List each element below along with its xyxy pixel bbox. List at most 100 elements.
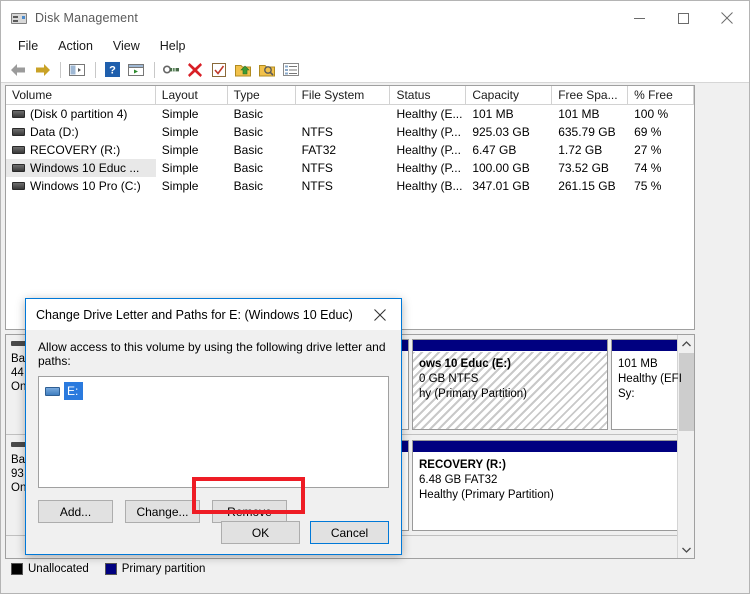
cell-status: Healthy (P...	[396, 125, 461, 139]
maximize-button[interactable]	[661, 1, 705, 35]
properties-icon[interactable]	[160, 59, 182, 81]
cell-percent-free: 75 %	[634, 179, 662, 193]
volume-list-header: Volume Layout Type File System Status Ca…	[6, 86, 694, 105]
table-row[interactable]: Windows 10 Pro (C:) Simple Basic NTFS He…	[6, 177, 694, 195]
table-row[interactable]: Windows 10 Educ ... Simple Basic NTFS He…	[6, 159, 694, 177]
column-header-volume[interactable]: Volume	[6, 86, 156, 104]
table-row[interactable]: Data (D:) Simple Basic NTFS Healthy (P..…	[6, 123, 694, 141]
cancel-button[interactable]: Cancel	[310, 521, 389, 544]
cell-type: Basic	[233, 107, 264, 121]
cell-percent-free: 100 %	[634, 107, 669, 121]
dialog-title-bar: Change Drive Letter and Paths for E: (Wi…	[26, 299, 401, 330]
table-row[interactable]: RECOVERY (R:) Simple Basic FAT32 Healthy…	[6, 141, 694, 159]
volume-list-panel: Volume Layout Type File System Status Ca…	[5, 85, 695, 330]
help-icon[interactable]: ?	[101, 59, 123, 81]
cell-capacity: 347.01 GB	[472, 179, 530, 193]
column-header-capacity[interactable]: Capacity	[466, 86, 553, 104]
menu-item-view[interactable]: View	[103, 37, 150, 55]
menu-item-help[interactable]: Help	[150, 37, 196, 55]
scroll-up-icon[interactable]	[678, 335, 694, 352]
scroll-down-icon[interactable]	[678, 541, 694, 558]
drive-icon	[45, 386, 60, 396]
menu-item-file[interactable]: File	[8, 37, 48, 55]
cell-free-space: 101 MB	[558, 107, 600, 121]
cell-capacity: 925.03 GB	[472, 125, 530, 139]
cell-type: Basic	[233, 179, 264, 193]
cell-layout: Simple	[161, 179, 199, 193]
partition-name: ows 10 Educ (E:)	[419, 358, 512, 370]
column-header-percent-free[interactable]: % Free	[628, 86, 694, 104]
change-drive-letter-dialog: Change Drive Letter and Paths for E: (Wi…	[25, 298, 402, 555]
cell-file-system: NTFS	[301, 179, 333, 193]
partition-bar	[413, 340, 607, 352]
rescan-disks-icon[interactable]	[256, 59, 278, 81]
toolbar-separator	[95, 61, 96, 78]
cell-type: Basic	[233, 125, 264, 139]
partition-status: Healthy (Primary Partition)	[419, 489, 554, 501]
column-header-status[interactable]: Status	[390, 86, 467, 104]
ok-button[interactable]: OK	[221, 521, 300, 544]
cell-status: Healthy (P...	[396, 161, 461, 175]
cell-percent-free: 27 %	[634, 143, 662, 157]
legend-swatch-unallocated	[11, 562, 23, 575]
legend: Unallocated Primary partition	[5, 560, 695, 577]
partition-name: RECOVERY (R:)	[419, 459, 506, 471]
drive-paths-list[interactable]: E:	[38, 376, 389, 488]
back-arrow-icon[interactable]	[7, 59, 29, 81]
toolbar: ?	[1, 57, 749, 83]
cell-status: Healthy (E...	[396, 107, 463, 121]
cell-volume: Windows 10 Pro (C:)	[30, 179, 141, 193]
refresh-icon[interactable]	[208, 59, 230, 81]
dialog-prompt: Allow access to this volume by using the…	[38, 340, 386, 368]
partition-status: hy (Primary Partition)	[419, 388, 527, 400]
cell-layout: Simple	[161, 143, 199, 157]
detail-view-icon[interactable]	[280, 59, 302, 81]
cell-free-space: 1.72 GB	[558, 143, 603, 157]
cell-volume: (Disk 0 partition 4)	[30, 107, 128, 121]
legend-swatch-primary-partition	[104, 562, 117, 575]
partition-block-e[interactable]: ows 10 Educ (E:) 0 GB NTFS hy (Primary P…	[412, 339, 608, 430]
column-header-layout[interactable]: Layout	[155, 86, 228, 104]
svg-text:?: ?	[109, 65, 116, 77]
table-row[interactable]: (Disk 0 partition 4) Simple Basic Health…	[6, 105, 694, 123]
cell-volume: Windows 10 Educ ...	[30, 161, 140, 175]
change-button[interactable]: Change...	[125, 500, 200, 523]
drive-letter-label: E:	[64, 382, 84, 400]
cell-percent-free: 69 %	[634, 125, 662, 139]
delete-icon[interactable]	[184, 59, 206, 81]
column-header-free-space[interactable]: Free Spa...	[552, 86, 629, 104]
cell-capacity: 101 MB	[472, 107, 514, 121]
cell-layout: Simple	[161, 107, 199, 121]
forward-arrow-icon[interactable]	[31, 59, 53, 81]
up-one-level-icon[interactable]	[66, 59, 88, 81]
toolbar-separator	[60, 61, 61, 78]
toolbar-separator	[154, 61, 155, 78]
column-header-type[interactable]: Type	[227, 86, 296, 104]
legend-label-unallocated: Unallocated	[28, 562, 89, 575]
close-button[interactable]	[705, 1, 749, 35]
remove-button[interactable]: Remove	[212, 500, 287, 523]
partition-size: 0 GB NTFS	[419, 373, 479, 385]
minimize-button[interactable]	[617, 1, 661, 35]
cell-volume: Data (D:)	[30, 125, 79, 139]
partition-size: 101 MB	[618, 358, 658, 370]
column-header-file-system[interactable]: File System	[295, 86, 391, 104]
legend-label-primary-partition: Primary partition	[121, 562, 206, 575]
cell-layout: Simple	[161, 161, 199, 175]
show-console-tree-icon[interactable]	[125, 59, 147, 81]
dialog-close-button[interactable]	[359, 300, 401, 330]
cell-status: Healthy (B...	[396, 179, 463, 193]
menu-item-action[interactable]: Action	[48, 37, 103, 55]
partition-size: 6.48 GB FAT32	[419, 474, 498, 486]
menu-bar: File Action View Help	[1, 35, 749, 57]
volume-icon	[12, 110, 25, 118]
partition-block-recovery[interactable]: RECOVERY (R:) 6.48 GB FAT32 Healthy (Pri…	[412, 440, 694, 531]
dialog-title: Change Drive Letter and Paths for E: (Wi…	[36, 307, 353, 322]
cell-type: Basic	[233, 143, 264, 157]
cell-file-system: NTFS	[301, 125, 333, 139]
partition-bar	[413, 441, 694, 453]
export-list-icon[interactable]	[232, 59, 254, 81]
add-button[interactable]: Add...	[38, 500, 113, 523]
list-item[interactable]: E:	[43, 381, 85, 401]
cell-capacity: 100.00 GB	[472, 161, 530, 175]
